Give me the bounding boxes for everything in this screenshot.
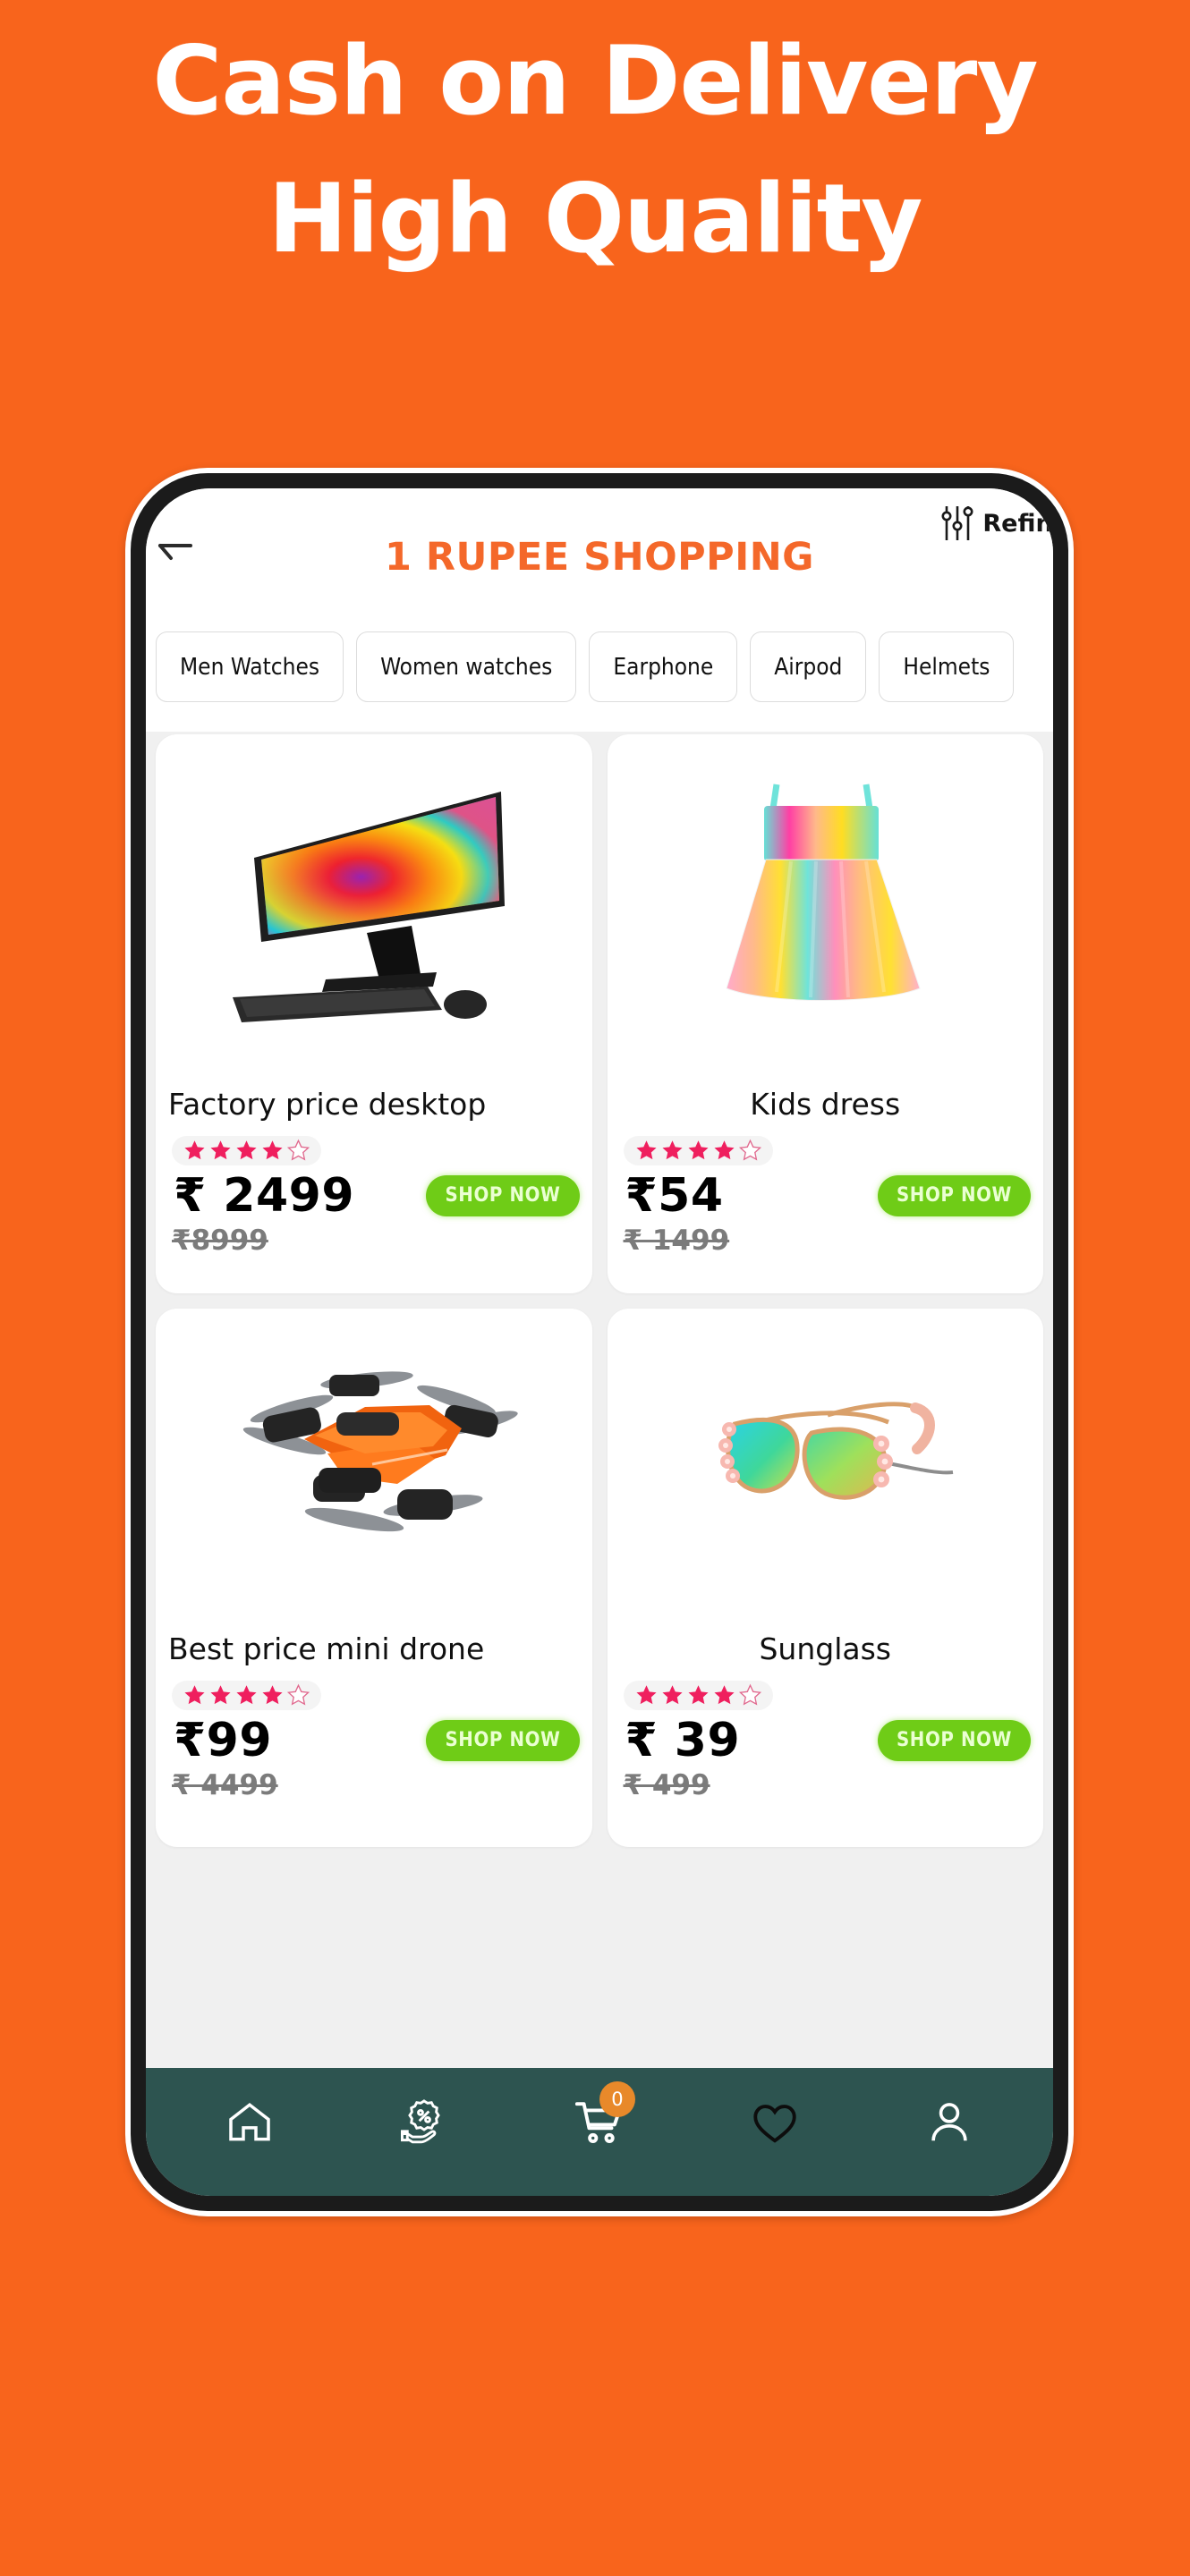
offers-hand-percent-icon: [398, 2097, 450, 2148]
app-header: Refine 1 RUPEE SHOPPING: [146, 488, 1053, 624]
banner-headline-primary: Cash on Delivery: [152, 26, 1039, 136]
star-filled-icon: [634, 1139, 659, 1163]
product-price: ₹ 39: [625, 1714, 741, 1767]
product-grid-row: Factory price desktop ₹ 2499 SHOP NOW ₹8…: [156, 734, 1043, 1293]
star-filled-icon: [234, 1683, 259, 1707]
product-card[interactable]: Best price mini drone ₹99 SHOP NOW ₹ 449…: [156, 1309, 592, 1847]
star-filled-icon: [260, 1139, 285, 1163]
product-old-price: ₹ 4499: [172, 1769, 278, 1801]
phone-screen: Refine 1 RUPEE SHOPPING Men Watches Wome…: [146, 488, 1053, 2196]
phone-mockup: Refine 1 RUPEE SHOPPING Men Watches Wome…: [125, 468, 1074, 2216]
home-icon: [225, 2097, 275, 2148]
shop-now-button[interactable]: SHOP NOW: [877, 1175, 1031, 1216]
bottom-navigation-bar: 0: [146, 2068, 1053, 2196]
product-old-price: ₹8999: [172, 1224, 268, 1257]
product-price: ₹ 2499: [174, 1169, 355, 1223]
product-image-desktop-monitor-image: [156, 734, 592, 1081]
price-row: ₹ 2499 SHOP NOW: [156, 1169, 592, 1223]
nav-item-wishlist[interactable]: [737, 2085, 812, 2160]
page-title: 1 RUPEE SHOPPING: [385, 535, 814, 580]
user-profile-icon: [923, 2097, 975, 2148]
product-title: Best price mini drone: [168, 1631, 485, 1666]
heart-wishlist-icon: [749, 2097, 801, 2148]
product-card[interactable]: Sunglass ₹ 39 SHOP NOW ₹ 499: [607, 1309, 1044, 1847]
product-old-price: ₹ 1499: [623, 1224, 730, 1257]
star-empty-icon: [738, 1139, 762, 1163]
product-price: ₹99: [174, 1714, 273, 1767]
price-row: ₹99 SHOP NOW: [156, 1714, 592, 1767]
star-filled-icon: [183, 1683, 207, 1707]
refine-label: Refine: [982, 509, 1053, 538]
star-empty-icon: [286, 1683, 310, 1707]
banner-headline-secondary: High Quality: [268, 164, 923, 274]
star-filled-icon: [686, 1139, 710, 1163]
category-chip-helmets[interactable]: Helmets: [879, 631, 1015, 702]
star-filled-icon: [660, 1683, 684, 1707]
rating-stars: [623, 1136, 773, 1165]
star-filled-icon: [712, 1139, 736, 1163]
price-row: ₹ 39 SHOP NOW: [608, 1714, 1044, 1767]
product-image-kids-dress-image: [608, 734, 1044, 1081]
phone-bezel: Refine 1 RUPEE SHOPPING Men Watches Wome…: [131, 473, 1068, 2211]
shop-now-button[interactable]: SHOP NOW: [426, 1175, 580, 1216]
promo-banner: Cash on Delivery High Quality: [0, 0, 1190, 465]
product-title: Factory price desktop: [168, 1087, 487, 1122]
star-empty-icon: [738, 1683, 762, 1707]
category-chip-earphone[interactable]: Earphone: [589, 631, 738, 702]
nav-item-offers[interactable]: [387, 2085, 462, 2160]
product-card[interactable]: Kids dress ₹54 SHOP NOW ₹ 1499: [607, 734, 1044, 1293]
star-filled-icon: [208, 1139, 233, 1163]
star-filled-icon: [260, 1683, 285, 1707]
rating-stars: [172, 1136, 321, 1165]
star-empty-icon: [286, 1139, 310, 1163]
shop-now-button[interactable]: SHOP NOW: [877, 1720, 1031, 1761]
star-filled-icon: [234, 1139, 259, 1163]
price-row: ₹54 SHOP NOW: [608, 1169, 1044, 1223]
star-filled-icon: [712, 1683, 736, 1707]
product-grid: Factory price desktop ₹ 2499 SHOP NOW ₹8…: [146, 732, 1053, 2068]
rating-stars: [172, 1681, 321, 1710]
product-title: Kids dress: [750, 1087, 901, 1122]
star-filled-icon: [208, 1683, 233, 1707]
star-filled-icon: [686, 1683, 710, 1707]
cart-count-badge: 0: [599, 2080, 635, 2117]
product-old-price: ₹ 499: [623, 1769, 710, 1801]
nav-item-cart[interactable]: 0: [562, 2080, 637, 2160]
nav-item-home[interactable]: [212, 2085, 287, 2160]
star-filled-icon: [660, 1139, 684, 1163]
star-filled-icon: [634, 1683, 659, 1707]
category-chip-men-watches[interactable]: Men Watches: [156, 631, 344, 702]
rating-stars: [623, 1681, 773, 1710]
product-image-mini-drone-image: [156, 1309, 592, 1626]
product-title: Sunglass: [759, 1631, 891, 1666]
product-price: ₹54: [625, 1169, 724, 1223]
star-filled-icon: [183, 1139, 207, 1163]
nav-item-profile[interactable]: [912, 2085, 987, 2160]
category-chip-list[interactable]: Men Watches Women watches Earphone Airpo…: [146, 624, 1053, 732]
product-image-sunglass-image: [608, 1309, 1044, 1626]
category-chip-airpod[interactable]: Airpod: [750, 631, 867, 702]
category-chip-women-watches[interactable]: Women watches: [356, 631, 577, 702]
product-grid-row: Best price mini drone ₹99 SHOP NOW ₹ 449…: [156, 1309, 1043, 1847]
product-card[interactable]: Factory price desktop ₹ 2499 SHOP NOW ₹8…: [156, 734, 592, 1293]
shop-now-button[interactable]: SHOP NOW: [426, 1720, 580, 1761]
